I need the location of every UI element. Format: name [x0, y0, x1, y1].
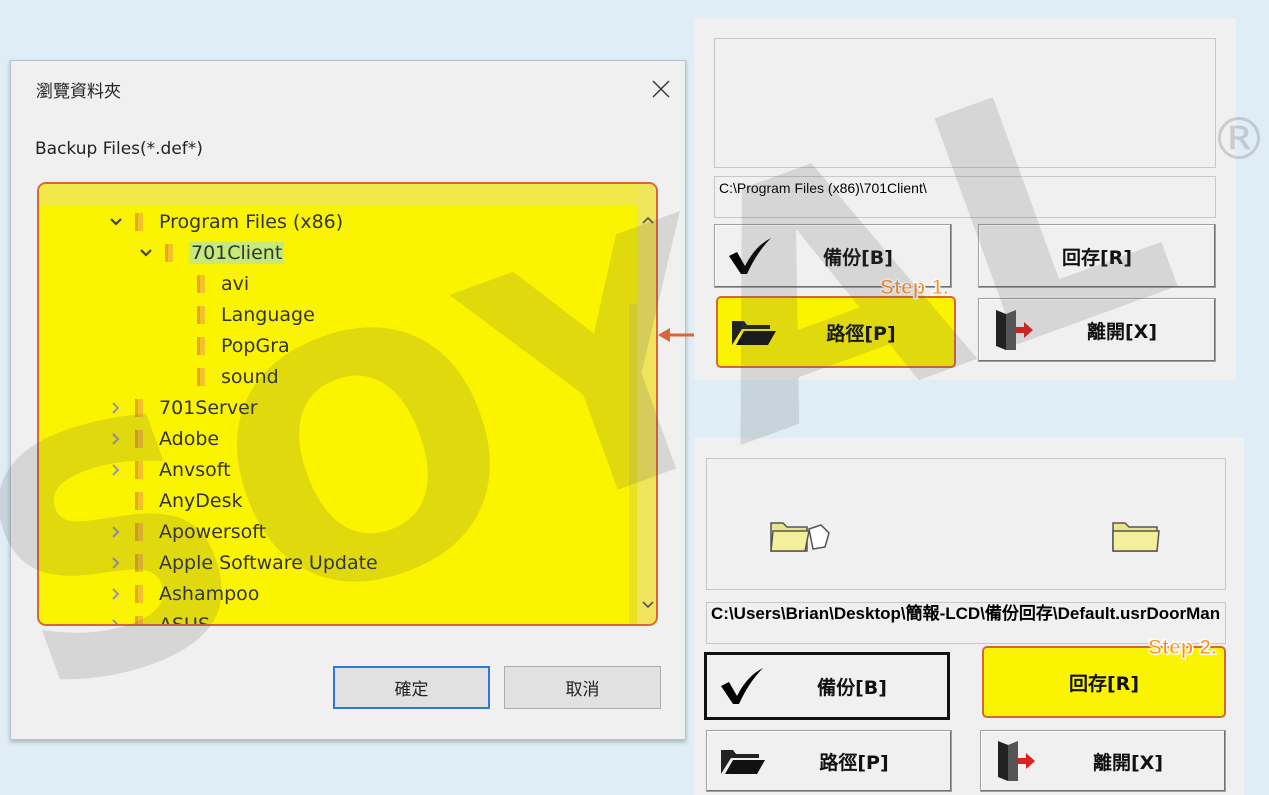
chevron-down-icon[interactable]: [105, 217, 127, 227]
path-button-label: 路徑[P]: [826, 322, 896, 345]
tree-item[interactable]: Apowersoft: [105, 518, 266, 546]
dialog-description: Backup Files(*.def*): [35, 139, 203, 159]
exit-button[interactable]: 離開[X]: [978, 298, 1216, 362]
path-button[interactable]: 路徑[P]: [716, 296, 956, 368]
dialog-title: 瀏覽資料夾: [36, 82, 121, 102]
scroll-down-button[interactable]: [637, 594, 656, 616]
tree-item[interactable]: Apple Software Update: [105, 549, 378, 577]
tree-item-label: AnyDesk: [159, 490, 243, 512]
tree-item-label: ASUS: [159, 614, 211, 626]
tree-item[interactable]: Ashampoo: [105, 580, 259, 608]
tree-item[interactable]: avi: [167, 270, 249, 298]
exit-button-label-bottom: 離開[X]: [1092, 751, 1164, 774]
folder-icon: [135, 585, 143, 603]
tree-item-label: PopGra: [221, 335, 290, 357]
scroll-up-button[interactable]: [637, 209, 656, 231]
chevron-right-icon[interactable]: [105, 401, 127, 415]
folder-open-icon: [732, 321, 776, 345]
backup-button-label: 備份[B]: [823, 246, 893, 269]
tree-item-label: Program Files (x86): [159, 211, 344, 233]
folder-icon: [197, 337, 205, 355]
tree-item-label: Anvsoft: [159, 459, 231, 481]
chevron-right-icon[interactable]: [105, 618, 127, 624]
tree-item[interactable]: PopGra: [167, 332, 290, 360]
tree-item[interactable]: sound: [167, 363, 279, 391]
restore-button-label-bottom: 回存[R]: [1069, 672, 1139, 695]
folder-icon: [135, 461, 143, 479]
cancel-button[interactable]: 取消: [504, 666, 661, 709]
folder-icon: [197, 368, 205, 386]
chevron-right-icon[interactable]: [105, 432, 127, 446]
chevron-right-icon[interactable]: [105, 556, 127, 570]
folder-tree[interactable]: Program Files (x86) 701Client avi Language P…: [37, 182, 658, 626]
tree-scrollbar[interactable]: [637, 184, 656, 624]
folder-icon: [165, 244, 173, 262]
close-icon: [652, 80, 670, 98]
ok-button[interactable]: 確定: [333, 666, 490, 709]
tree-item-label: avi: [221, 273, 250, 295]
folder-icon: [1112, 522, 1160, 552]
path-button-label-bottom: 路徑[P]: [819, 751, 889, 774]
tree-item-label: Apple Software Update: [159, 552, 378, 574]
folder-open-icon: [721, 750, 765, 774]
folder-icon: [197, 306, 205, 324]
folder-icon: [135, 554, 143, 572]
folder-icon: [135, 399, 143, 417]
tree-item[interactable]: AnyDesk: [105, 487, 243, 515]
tree-item-label: sound: [221, 366, 279, 388]
browse-folder-dialog: 瀏覽資料夾 Backup Files(*.def*) Program Files…: [10, 60, 686, 740]
file-list-box[interactable]: [714, 38, 1216, 168]
chevron-right-icon[interactable]: [105, 463, 127, 477]
backup-panel-bottom: C:\Users\Brian\Desktop\簡報-LCD\備份回存\Defau…: [694, 438, 1244, 795]
exit-button-label: 離開[X]: [1086, 320, 1158, 343]
tree-item-label: Ashampoo: [159, 583, 260, 605]
restore-button[interactable]: 回存[R]: [978, 224, 1216, 288]
folder-icon: [135, 492, 143, 510]
tree-item-label: 701Server: [159, 397, 258, 419]
exit-door-icon: [998, 741, 1035, 781]
path-display: C:\Program Files (x86)\701Client\: [714, 176, 1216, 218]
chevron-right-icon[interactable]: [105, 525, 127, 539]
tree-item[interactable]: 701Server: [105, 394, 258, 422]
chevron-down-icon[interactable]: [135, 248, 157, 258]
tree-item[interactable]: Program Files (x86): [105, 208, 343, 236]
checkmark-icon: [729, 238, 771, 274]
folder-icon: [135, 616, 143, 624]
exit-door-icon: [996, 310, 1033, 350]
tree-item[interactable]: Anvsoft: [105, 456, 231, 484]
backup-button-label-bottom: 備份[B]: [817, 676, 887, 699]
tree-scrollbar-shade: [629, 304, 637, 624]
restore-button-label: 回存[R]: [1062, 246, 1132, 269]
close-button[interactable]: [639, 67, 683, 111]
tree-item[interactable]: Language: [167, 301, 315, 329]
step-1-label: Step 1.: [880, 276, 950, 300]
chevron-right-icon[interactable]: [105, 587, 127, 601]
folder-icon: [135, 430, 143, 448]
tree-item-label: Adobe: [159, 428, 220, 450]
folder-document-icon: [770, 522, 830, 552]
chevron-down-icon: [641, 601, 654, 609]
tree-header-strip: [39, 184, 656, 206]
tree-item[interactable]: ASUS: [105, 611, 211, 626]
path-button-bottom[interactable]: 路徑[P]: [706, 730, 952, 792]
step-2-label: Step 2.: [1148, 636, 1218, 660]
backup-panel-top: C:\Program Files (x86)\701Client\ 備份[B] …: [694, 18, 1236, 380]
chevron-up-icon: [641, 216, 654, 224]
tree-item[interactable]: 701Client: [135, 239, 285, 267]
file-list-box-bottom[interactable]: [706, 458, 1226, 590]
folder-icon: [135, 523, 143, 541]
tree-item-label: Apowersoft: [159, 521, 267, 543]
checkmark-icon: [721, 668, 763, 704]
backup-button-bottom[interactable]: 備份[B]: [704, 652, 950, 720]
tree-item-label: Language: [221, 304, 315, 326]
folder-icon: [197, 275, 205, 293]
tree-item[interactable]: Adobe: [105, 425, 219, 453]
exit-button-bottom[interactable]: 離開[X]: [980, 730, 1226, 792]
tree-item-label: 701Client: [189, 242, 285, 264]
folder-icon: [135, 213, 143, 231]
